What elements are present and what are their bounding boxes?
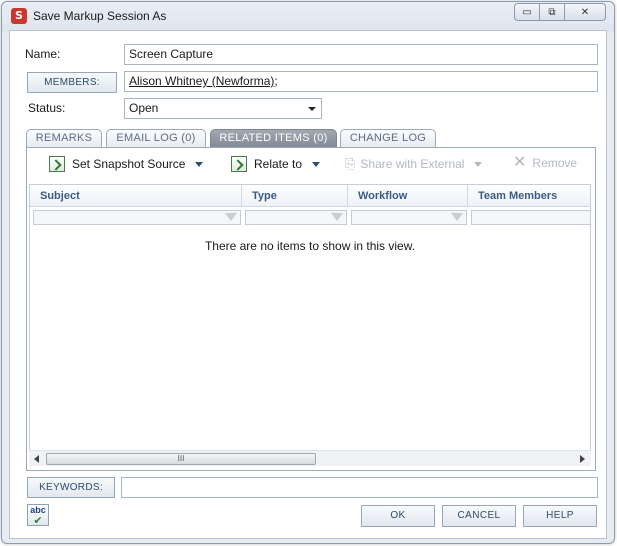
app-logo-icon: S <box>11 8 27 24</box>
share-with-external-button[interactable]: ⎘ Share with External <box>345 156 483 172</box>
cancel-button[interactable]: CANCEL <box>442 505 516 527</box>
scroll-left-icon[interactable] <box>34 455 39 463</box>
filter-icon <box>225 213 237 221</box>
spellcheck-icon[interactable]: abc ✔ <box>27 504 49 527</box>
name-label: Name: <box>25 47 61 61</box>
status-value: Open <box>129 101 159 115</box>
relate-to-label: Relate to <box>254 157 303 171</box>
ok-button[interactable]: OK <box>361 505 435 527</box>
column-header-team-members[interactable]: Team Members <box>468 185 590 207</box>
horizontal-scrollbar[interactable]: III <box>29 450 591 466</box>
set-snapshot-label: Set Snapshot Source <box>72 157 186 171</box>
restore-button[interactable]: ⧉ <box>539 3 565 21</box>
scroll-thumb[interactable]: III <box>46 453 316 465</box>
filter-icon <box>451 213 463 221</box>
remove-label: Remove <box>532 156 578 170</box>
share-icon: ⎘ <box>345 156 356 171</box>
filter-icon <box>331 213 343 221</box>
chevron-down-icon <box>312 161 321 167</box>
dialog-body: Name: Screen Capture MEMBERS: Alison Whi… <box>9 30 607 539</box>
filter-subject[interactable] <box>33 210 241 225</box>
scroll-right-icon[interactable] <box>580 455 585 463</box>
keywords-button[interactable]: KEYWORDS: <box>27 477 115 498</box>
status-label: Status: <box>28 101 66 115</box>
dialog-window: S Save Markup Session As ▭ ⧉ ✕ Name: Scr… <box>1 1 615 544</box>
name-field[interactable]: Screen Capture <box>124 44 598 65</box>
member-link[interactable]: Alison Whitney (Newforma) <box>129 74 274 88</box>
members-separator: ; <box>274 74 278 88</box>
column-header-workflow[interactable]: Workflow <box>348 185 468 207</box>
window-title: Save Markup Session As <box>33 9 167 23</box>
remove-icon: ✕ <box>513 154 527 171</box>
filter-team-members[interactable] <box>471 210 590 225</box>
checkmark-icon: ✔ <box>33 515 43 527</box>
close-button[interactable]: ✕ <box>564 3 606 21</box>
members-field[interactable]: Alison Whitney (Newforma); <box>124 71 598 92</box>
minimize-button[interactable]: ▭ <box>514 3 540 21</box>
relate-icon <box>231 156 247 172</box>
column-header-type[interactable]: Type <box>242 185 348 207</box>
related-items-grid: Subject Type Workflow Team Members There… <box>29 184 591 466</box>
title-bar[interactable]: S Save Markup Session As ▭ ⧉ ✕ <box>2 2 614 30</box>
filter-row <box>30 208 590 226</box>
tab-email-log[interactable]: EMAIL LOG (0) <box>106 129 206 148</box>
column-header-subject[interactable]: Subject <box>30 185 242 207</box>
chevron-down-icon <box>474 161 483 167</box>
filter-type[interactable] <box>245 210 347 225</box>
share-external-label: Share with External <box>360 157 465 171</box>
help-button[interactable]: HELP <box>523 505 597 527</box>
snapshot-icon <box>49 156 65 172</box>
relate-to-button[interactable]: Relate to <box>231 156 321 172</box>
keywords-field[interactable] <box>121 477 598 498</box>
tab-change-log[interactable]: CHANGE LOG <box>340 129 436 148</box>
empty-message: There are no items to show in this view. <box>204 239 416 253</box>
members-button[interactable]: MEMBERS: <box>27 72 117 93</box>
dropdown-arrow-icon <box>308 107 316 111</box>
tab-related-items[interactable]: RELATED ITEMS (0) <box>210 129 337 148</box>
status-select[interactable]: Open <box>124 98 322 119</box>
grid-header: Subject Type Workflow Team Members <box>30 185 590 207</box>
chevron-down-icon <box>195 161 204 167</box>
set-snapshot-source-button[interactable]: Set Snapshot Source <box>49 156 204 172</box>
filter-workflow[interactable] <box>351 210 467 225</box>
remove-button[interactable]: ✕ Remove <box>513 154 578 171</box>
related-items-panel: Set Snapshot Source Relate to ⎘ Share wi… <box>26 147 596 471</box>
tab-remarks[interactable]: REMARKS <box>26 129 102 148</box>
window-controls: ▭ ⧉ ✕ <box>514 3 606 21</box>
